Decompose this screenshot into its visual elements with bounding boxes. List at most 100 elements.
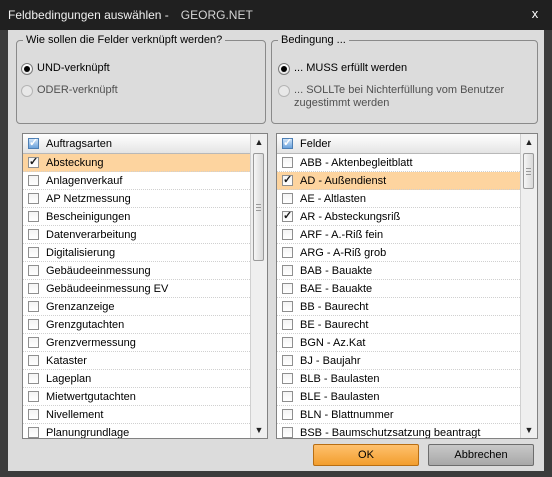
auftragsart-item-checkbox[interactable] [28,319,39,330]
feld-item-checkbox[interactable] [282,193,293,204]
auftragsart-list-item[interactable]: Mietwertgutachten [23,388,250,406]
auftragsart-item-label: Gebäudeeinmessung EV [46,282,169,295]
feld-list-item[interactable]: BLB - Baulasten [277,370,520,388]
auftragsart-list-item[interactable]: AP Netzmessung [23,190,250,208]
auftragsart-item-checkbox[interactable] [28,211,39,222]
auftragsart-list-item[interactable]: Digitalisierung [23,244,250,262]
feld-list-item[interactable]: BAE - Bauakte [277,280,520,298]
feld-item-checkbox[interactable] [282,427,293,438]
auftragsart-item-label: Kataster [46,354,87,367]
feld-item-checkbox[interactable] [282,265,293,276]
radio-sollte-indicator[interactable] [278,85,290,97]
auftragsart-item-checkbox[interactable] [28,283,39,294]
auftragsart-list-item[interactable]: Nivellement [23,406,250,424]
radio-und-label[interactable]: UND-verknüpft [37,62,110,75]
scroll-up-icon[interactable]: ▲ [251,134,267,150]
scroll-up-icon[interactable]: ▲ [521,134,537,150]
auftragsart-list-item[interactable]: Gebäudeeinmessung EV [23,280,250,298]
feld-list-item[interactable]: BB - Baurecht [277,298,520,316]
auftragsart-list-item[interactable]: Planungrundlage [23,424,250,438]
feld-item-checkbox[interactable] [282,229,293,240]
close-icon[interactable]: x [528,7,542,21]
feld-list-item[interactable]: ARF - A.-Riß fein [277,226,520,244]
feld-list-item[interactable]: BE - Baurecht [277,316,520,334]
auftragsart-item-checkbox[interactable] [28,409,39,420]
feld-item-checkbox[interactable] [282,409,293,420]
radio-sollte[interactable]: ... SOLLTe bei Nichterfüllung vom Benutz… [278,84,528,110]
feld-list-item[interactable]: AE - Altlasten [277,190,520,208]
scroll-thumb[interactable] [253,153,264,261]
feld-list-item[interactable]: BGN - Az.Kat [277,334,520,352]
felder-header-label: Felder [300,137,332,150]
auftragsart-item-checkbox[interactable] [28,247,39,258]
feld-item-checkbox[interactable] [282,283,293,294]
auftragsart-item-checkbox[interactable] [28,175,39,186]
auftragsarten-listbox[interactable]: Auftragsarten Absteckung Anlagenverkauf AP… [22,133,268,439]
auftragsart-item-checkbox[interactable] [28,155,39,168]
radio-und-indicator[interactable] [21,63,33,75]
scroll-down-icon[interactable]: ▼ [251,422,267,438]
radio-und[interactable]: UND-verknüpft [21,62,110,75]
title-bar[interactable]: Feldbedingungen auswählen - GEORG.NET x [0,0,552,30]
radio-sollte-label[interactable]: ... SOLLTe bei Nichterfüllung vom Benutz… [294,84,528,110]
feld-item-checkbox[interactable] [282,301,293,312]
cancel-button[interactable]: Abbrechen [428,444,534,466]
feld-item-checkbox[interactable] [282,173,293,186]
auftragsart-list-item[interactable]: Anlagenverkauf [23,172,250,190]
auftragsart-item-checkbox[interactable] [28,193,39,204]
radio-muss-label[interactable]: ... MUSS erfüllt werden [294,62,407,75]
radio-muss-indicator[interactable] [278,63,290,75]
feld-list-item[interactable]: AR - Absteckungsriß [277,208,520,226]
feld-item-checkbox[interactable] [282,337,293,348]
feld-item-checkbox[interactable] [282,209,293,222]
auftragsart-item-checkbox[interactable] [28,355,39,366]
auftragsarten-scrollbar[interactable]: ▲ ▼ [250,134,267,438]
auftragsart-list-item[interactable]: Datenverarbeitung [23,226,250,244]
felder-scrollbar[interactable]: ▲ ▼ [520,134,537,438]
feld-item-checkbox[interactable] [282,319,293,330]
auftragsart-list-item[interactable]: Bescheinigungen [23,208,250,226]
scroll-thumb[interactable] [523,153,534,189]
auftragsart-list-item[interactable]: Grenzgutachten [23,316,250,334]
feld-list-item[interactable]: ABB - Aktenbegleitblatt [277,154,520,172]
auftragsart-item-checkbox[interactable] [28,391,39,402]
felder-header-checkbox[interactable] [282,136,293,149]
feld-list-item[interactable]: AD - Außendienst [277,172,520,190]
auftragsart-item-checkbox[interactable] [28,301,39,312]
feld-list-item[interactable]: BLE - Baulasten [277,388,520,406]
radio-oder-indicator[interactable] [21,85,33,97]
felder-header[interactable]: Felder [277,134,520,154]
auftragsart-list-item[interactable]: Lageplan [23,370,250,388]
auftragsart-item-checkbox[interactable] [28,427,39,438]
ok-button[interactable]: OK [313,444,419,466]
feld-item-checkbox[interactable] [282,373,293,384]
feld-item-checkbox[interactable] [282,157,293,168]
felder-listbox[interactable]: Felder ABB - Aktenbegleitblatt AD - Außen… [276,133,538,439]
feld-list-item[interactable]: ARG - A-Riß grob [277,244,520,262]
radio-muss[interactable]: ... MUSS erfüllt werden [278,62,407,75]
auftragsart-item-checkbox[interactable] [28,373,39,384]
feld-list-item[interactable]: BJ - Baujahr [277,352,520,370]
feld-list-item[interactable]: BLN - Blattnummer [277,406,520,424]
auftragsart-list-item[interactable]: Absteckung [23,154,250,172]
window-app-name: GEORG.NET [180,8,253,22]
radio-oder-label[interactable]: ODER-verknüpft [37,84,118,97]
feld-item-checkbox[interactable] [282,391,293,402]
auftragsart-item-checkbox[interactable] [28,229,39,240]
feld-item-checkbox[interactable] [282,247,293,258]
feld-item-checkbox[interactable] [282,355,293,366]
radio-oder[interactable]: ODER-verknüpft [21,84,118,97]
auftragsart-list-item[interactable]: Grenzvermessung [23,334,250,352]
feld-list-item[interactable]: BAB - Bauakte [277,262,520,280]
auftragsart-item-label: Mietwertgutachten [46,390,136,403]
auftragsart-list-item[interactable]: Gebäudeeinmessung [23,262,250,280]
auftragsart-item-checkbox[interactable] [28,265,39,276]
auftragsart-list-item[interactable]: Kataster [23,352,250,370]
feld-list-item[interactable]: BSB - Baumschutzsatzung beantragt [277,424,520,438]
auftragsart-item-label: Gebäudeeinmessung [46,264,151,277]
auftragsarten-header-checkbox[interactable] [28,136,39,149]
auftragsarten-header[interactable]: Auftragsarten [23,134,250,154]
scroll-down-icon[interactable]: ▼ [521,422,537,438]
auftragsart-item-checkbox[interactable] [28,337,39,348]
auftragsart-list-item[interactable]: Grenzanzeige [23,298,250,316]
